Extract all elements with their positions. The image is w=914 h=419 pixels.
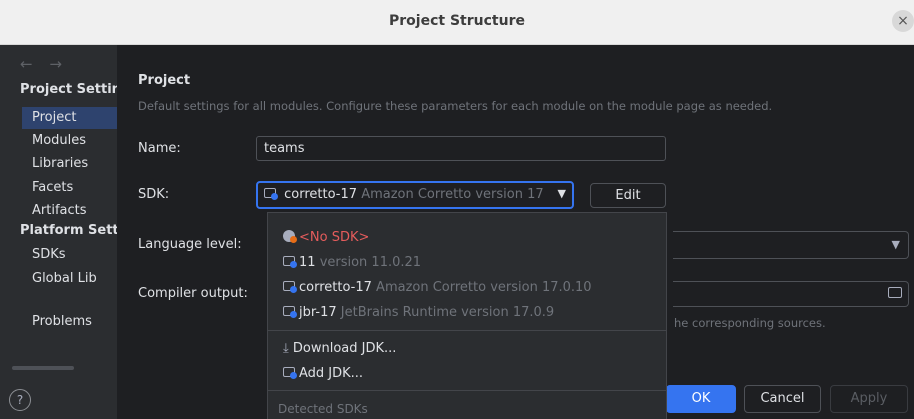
jdk-folder-icon bbox=[264, 187, 278, 200]
sdk-option-11[interactable]: 11 version 11.0.21 bbox=[283, 255, 421, 270]
ok-button[interactable]: OK bbox=[666, 385, 736, 413]
sidebar-item-global-libraries[interactable]: Global Lib bbox=[32, 271, 97, 286]
sdk-label: SDK: bbox=[138, 187, 170, 202]
sdk-option-corretto-17[interactable]: corretto-17 Amazon Corretto version 17.0… bbox=[283, 280, 592, 295]
sdk-selected-detail: Amazon Corretto version 17 bbox=[361, 187, 544, 202]
sidebar-item-facets[interactable]: Facets bbox=[32, 180, 73, 195]
jdk-folder-icon bbox=[283, 366, 297, 379]
language-level-label: Language level: bbox=[138, 237, 242, 252]
sidebar-item-libraries[interactable]: Libraries bbox=[32, 156, 88, 171]
jdk-folder-icon bbox=[283, 280, 297, 293]
close-icon[interactable]: × bbox=[892, 10, 914, 32]
no-sdk-icon bbox=[283, 230, 297, 243]
window-title: Project Structure bbox=[389, 13, 525, 29]
sidebar-scrollbar[interactable] bbox=[12, 366, 74, 370]
browse-folder-icon[interactable] bbox=[888, 287, 902, 298]
download-icon: ⤓ bbox=[283, 341, 289, 356]
add-jdk-option[interactable]: Add JDK... bbox=[283, 366, 363, 381]
project-name-field[interactable]: teams bbox=[256, 136, 666, 161]
sidebar-item-sdks[interactable]: SDKs bbox=[32, 247, 66, 262]
sdk-dropdown-popup: <No SDK> 11 version 11.0.21 corretto-17 … bbox=[267, 212, 667, 419]
detected-sdks-heading: Detected SDKs bbox=[278, 402, 368, 416]
chevron-down-icon: ▼ bbox=[891, 238, 900, 251]
sidebar-item-project[interactable]: Project bbox=[32, 110, 76, 125]
sdk-option-jbr-17[interactable]: jbr-17 JetBrains Runtime version 17.0.9 bbox=[283, 305, 554, 320]
back-forward-arrows-icon[interactable]: ← → bbox=[20, 55, 68, 73]
title-bar: Project Structure × bbox=[0, 0, 914, 45]
page-title: Project bbox=[138, 73, 191, 88]
sdk-combobox[interactable]: corretto-17 Amazon Corretto version 17 ▼ bbox=[256, 181, 574, 209]
apply-button[interactable]: Apply bbox=[830, 385, 908, 413]
language-level-combobox[interactable]: ▼ bbox=[673, 231, 909, 259]
sidebar-item-modules[interactable]: Modules bbox=[32, 133, 86, 148]
jdk-folder-icon bbox=[283, 305, 297, 318]
sdk-selected-name: corretto-17 bbox=[284, 187, 358, 202]
sidebar-heading-project-settings: Project Setting bbox=[20, 82, 117, 97]
help-icon[interactable]: ? bbox=[9, 389, 31, 411]
sidebar-item-problems[interactable]: Problems bbox=[32, 314, 92, 329]
sidebar-item-artifacts[interactable]: Artifacts bbox=[32, 203, 87, 218]
page-description: Default settings for all modules. Config… bbox=[138, 99, 773, 113]
cancel-button[interactable]: Cancel bbox=[744, 385, 821, 413]
edit-sdk-button[interactable]: Edit bbox=[590, 183, 666, 208]
compiler-output-label: Compiler output: bbox=[138, 286, 248, 301]
compiler-output-hint: he corresponding sources. bbox=[674, 316, 826, 330]
popup-divider bbox=[268, 330, 666, 331]
sdk-option-no-sdk[interactable]: <No SDK> bbox=[283, 230, 369, 245]
name-label: Name: bbox=[138, 141, 181, 156]
popup-divider bbox=[268, 390, 666, 391]
compiler-output-field[interactable] bbox=[673, 281, 909, 307]
chevron-down-icon: ▼ bbox=[557, 187, 566, 200]
sidebar: ← → Project Setting Project Modules Libr… bbox=[0, 45, 118, 419]
download-jdk-option[interactable]: ⤓ Download JDK... bbox=[283, 341, 396, 356]
jdk-folder-icon bbox=[283, 255, 297, 268]
sidebar-heading-platform-settings: Platform Settir bbox=[20, 223, 117, 238]
